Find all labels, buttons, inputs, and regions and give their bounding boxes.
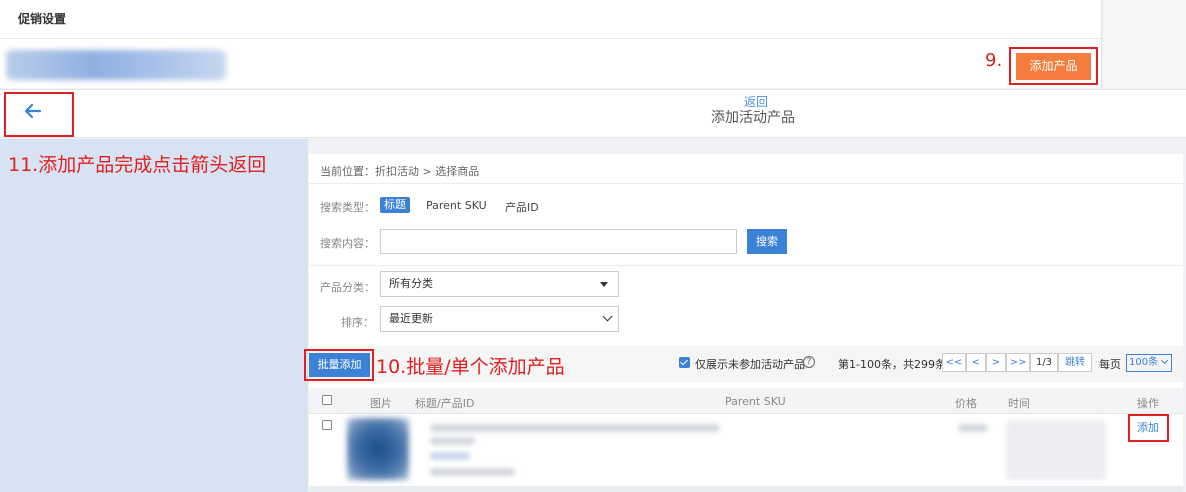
help-icon[interactable]: ? — [803, 356, 815, 368]
product-thumbnail — [347, 418, 409, 480]
category-label: 产品分类： — [320, 281, 375, 294]
category-select-value: 所有分类 — [389, 277, 433, 290]
blurred-title — [430, 424, 720, 432]
prev-page-button[interactable]: < — [966, 353, 986, 372]
select-all-checkbox[interactable] — [322, 395, 332, 405]
page-title: 促销设置 — [18, 12, 67, 26]
category-select[interactable]: 所有分类 — [380, 271, 619, 297]
column-header-time: 时间 — [1008, 397, 1030, 410]
search-type-label: 搜索类型： — [320, 201, 375, 214]
first-page-button[interactable]: << — [942, 353, 966, 372]
per-page-select[interactable]: 100条 — [1126, 354, 1172, 372]
blurred-text — [430, 437, 475, 445]
jump-button[interactable]: 跳转 — [1058, 353, 1092, 372]
divider — [309, 183, 1183, 184]
only-unjoined-label: 仅展示未参加活动产品 — [695, 358, 805, 371]
column-header-action: 操作 — [1137, 397, 1159, 410]
left-panel — [0, 139, 308, 492]
search-type-title[interactable]: 标题 — [380, 197, 410, 213]
modal-title: 添加活动产品 — [711, 110, 795, 126]
breadcrumb: 当前位置：折扣活动 > 选择商品 — [320, 165, 480, 178]
page-range-text: 第1-100条，共299条 — [838, 358, 946, 371]
search-type-product-id[interactable]: 产品ID — [505, 199, 539, 215]
only-unjoined-checkbox[interactable] — [679, 357, 690, 368]
sort-select-value: 最近更新 — [389, 312, 433, 325]
next-row-partial — [309, 486, 1183, 492]
blurred-content — [6, 50, 226, 80]
add-product-button[interactable]: 添加产品 — [1016, 53, 1091, 80]
per-page-label: 每页 — [1099, 358, 1121, 371]
promotion-settings-page: 促销设置 — [0, 0, 1102, 88]
blurred-link — [430, 452, 470, 460]
divider — [309, 265, 1183, 266]
last-page-button[interactable]: >> — [1006, 353, 1030, 372]
search-type-parent-sku[interactable]: Parent SKU — [426, 199, 487, 212]
chevron-down-icon — [602, 311, 613, 322]
blurred-text — [430, 468, 515, 476]
annotation-step-11: 11.添加产品完成点击箭头返回 — [8, 154, 267, 176]
column-header-parent-sku: Parent SKU — [725, 395, 786, 408]
page-indicator: 1/3 — [1030, 353, 1058, 372]
search-button[interactable]: 搜索 — [747, 229, 787, 254]
annotation-step-9: 9. — [985, 50, 1003, 71]
blurred-time — [1006, 420, 1106, 480]
caret-down-icon — [600, 282, 608, 287]
search-input[interactable] — [380, 229, 737, 254]
modal-header — [0, 89, 1186, 138]
chevron-down-icon — [1160, 356, 1169, 365]
annotation-step-10: 10.批量/单个添加产品 — [376, 356, 565, 378]
column-header-title: 标题/产品ID — [415, 397, 475, 410]
column-header-price: 价格 — [955, 397, 977, 410]
per-page-value: 100条 — [1129, 357, 1159, 368]
batch-add-button[interactable]: 批量添加 — [309, 353, 370, 377]
search-content-label: 搜索内容： — [320, 237, 375, 250]
sort-label: 排序： — [341, 316, 374, 329]
right-panel-background — [1103, 0, 1186, 88]
row-add-link[interactable]: 添加 — [1137, 419, 1159, 435]
next-page-button[interactable]: > — [986, 353, 1006, 372]
row-checkbox[interactable] — [322, 420, 332, 430]
divider — [0, 38, 1102, 39]
blurred-price — [958, 424, 988, 432]
sort-select[interactable]: 最近更新 — [380, 306, 619, 332]
column-header-image: 图片 — [370, 397, 392, 410]
back-arrow-icon[interactable] — [22, 100, 44, 122]
